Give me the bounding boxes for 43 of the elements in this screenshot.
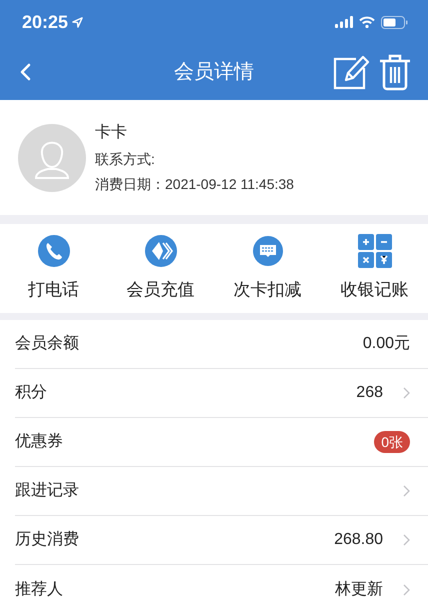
list-row[interactable]: 推荐人 林更新 (15, 565, 428, 614)
list-row[interactable]: 会员余额 0.00元 (15, 320, 428, 369)
back-icon (19, 63, 31, 81)
wifi-icon (359, 16, 375, 28)
status-time: 20:25 (22, 10, 68, 34)
signal-icon (335, 16, 353, 28)
row-value: 268 (356, 383, 383, 403)
action-button[interactable]: 次卡扣减 (214, 224, 321, 313)
action-button[interactable]: 会员充值 (107, 224, 214, 313)
calculator-icon (358, 234, 392, 268)
edit-icon (332, 53, 370, 91)
contact-label: 联系方式: (95, 150, 156, 168)
row-value: 0.00元 (362, 334, 410, 354)
trash-icon (378, 53, 412, 91)
row-label: 积分 (15, 383, 48, 403)
row-label: 优惠券 (15, 432, 64, 452)
phone-icon (36, 234, 70, 268)
page-title: 会员详情 (174, 60, 254, 85)
row-value: 268.80 (334, 530, 383, 550)
coupon-badge: 0张 (374, 431, 410, 453)
list-row[interactable]: 跟进记录 (15, 467, 428, 516)
consume-date: 消费日期：2021-09-12 11:45:38 (95, 174, 294, 194)
chevron-icon (403, 584, 410, 596)
avatar-icon (18, 124, 86, 192)
battery-icon (381, 16, 408, 28)
delete-button[interactable] (378, 53, 412, 91)
action-button[interactable]: 打电话 (0, 224, 107, 313)
action-button[interactable]: 收银记账 (321, 224, 428, 313)
member-name: 卡卡 (95, 122, 128, 142)
list-row[interactable]: 历史消费 268.80 (15, 516, 428, 565)
location-icon (72, 16, 84, 28)
chevron-icon (403, 387, 410, 399)
list-row[interactable]: 优惠券 0张 (15, 418, 428, 467)
ticket-icon (252, 235, 284, 268)
row-label: 推荐人 (15, 580, 64, 600)
chevron-icon (403, 485, 410, 497)
row-label: 会员余额 (15, 334, 80, 354)
row-label: 历史消费 (15, 530, 80, 550)
list-row[interactable]: 积分 268 (15, 369, 428, 418)
edit-button[interactable] (332, 53, 370, 91)
row-value: 林更新 (335, 580, 383, 600)
chevron-icon (403, 534, 410, 546)
row-label: 跟进记录 (15, 480, 80, 501)
